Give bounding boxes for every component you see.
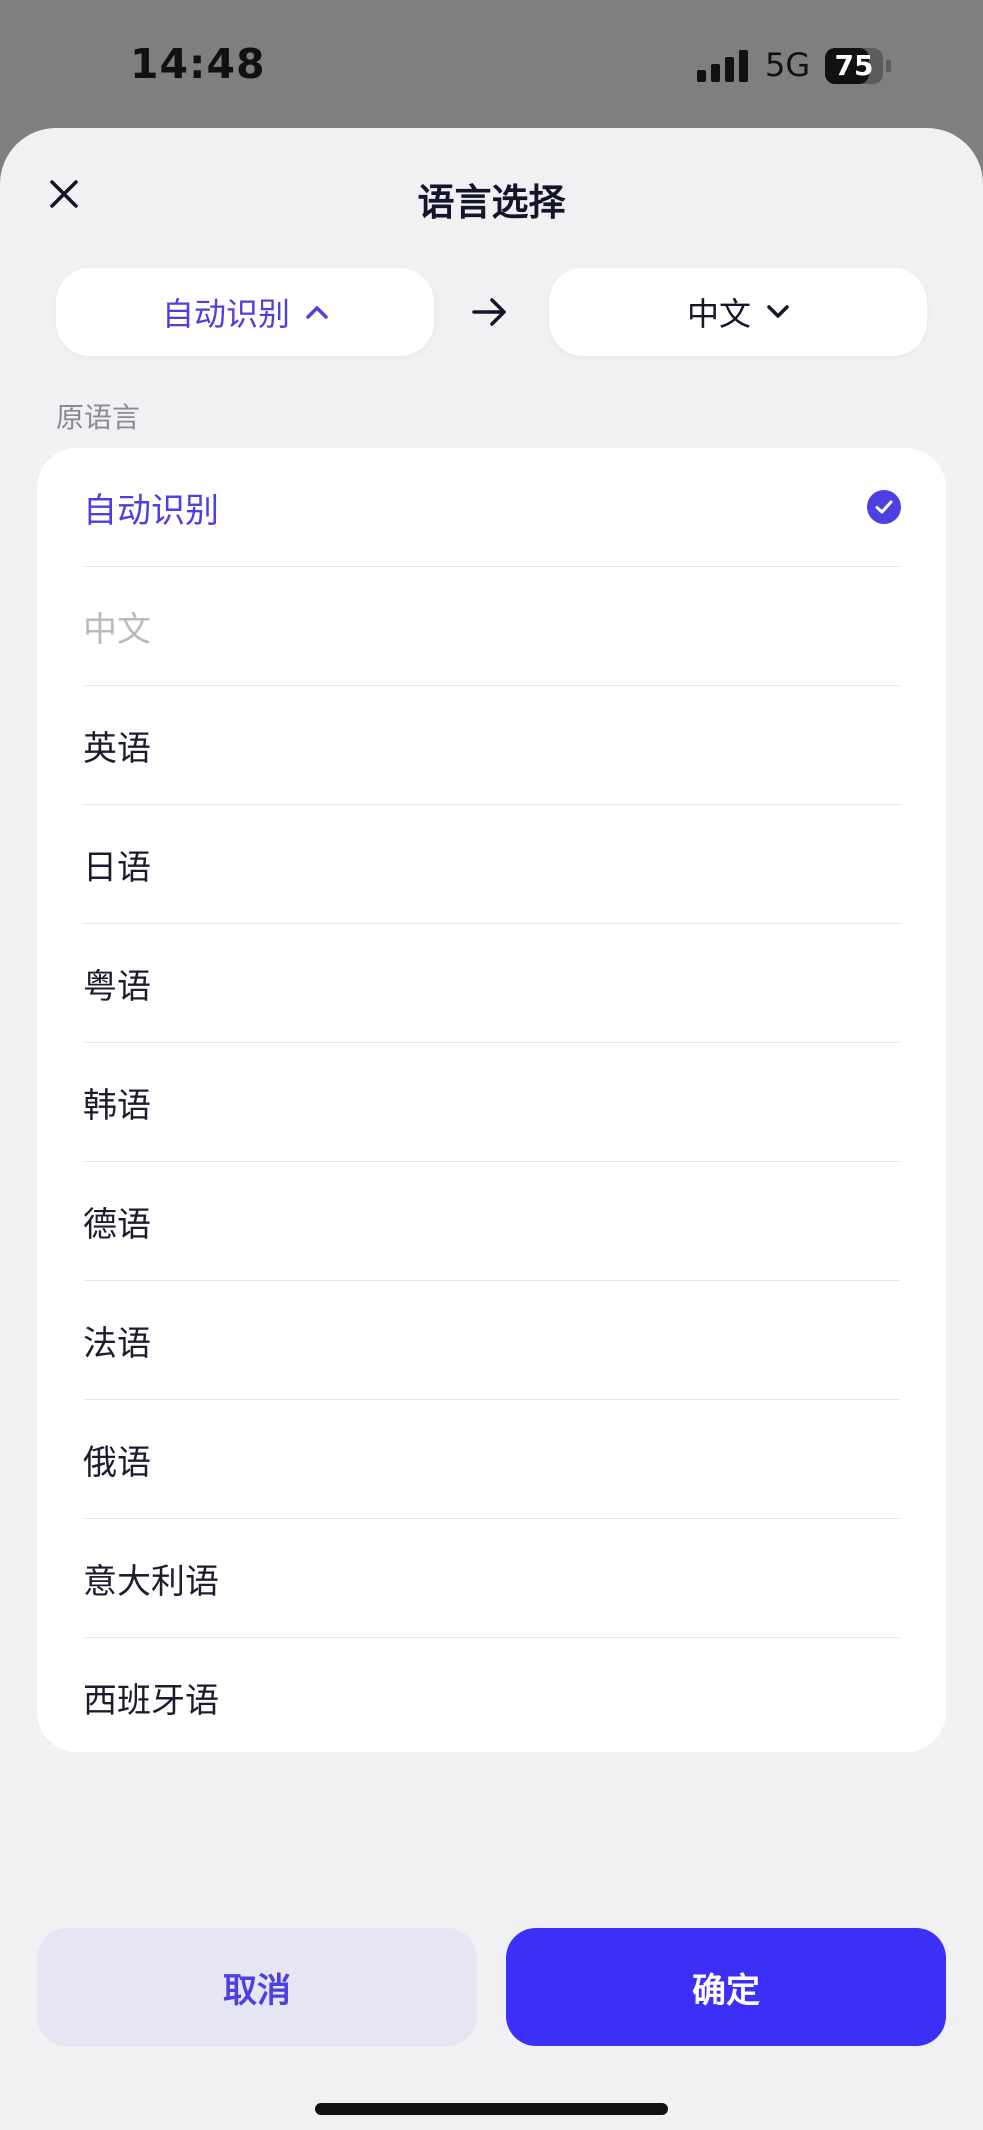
language-item-label: 英语 (83, 728, 151, 769)
home-indicator (315, 2103, 668, 2115)
language-item-french[interactable]: 法语 (83, 1281, 901, 1399)
language-item-label: 日语 (83, 847, 151, 888)
language-item-label: 俄语 (83, 1442, 151, 1483)
target-language-selector[interactable]: 中文 (549, 268, 927, 356)
language-item-label: 意大利语 (83, 1561, 219, 1602)
status-time: 14:48 (130, 40, 266, 88)
language-item-russian[interactable]: 俄语 (83, 1400, 901, 1518)
language-item-label: 粤语 (83, 966, 151, 1007)
language-item-auto[interactable]: 自动识别 (83, 448, 901, 566)
arrow-right-icon (472, 298, 506, 326)
chevron-down-icon (767, 305, 789, 318)
confirm-button[interactable]: 确定 (506, 1928, 946, 2046)
check-circle-icon (867, 490, 901, 524)
language-list: 自动识别 中文 英语 日语 粤语 韩语 德语 法语 俄语 意大利语 西班牙语 (37, 448, 946, 1752)
language-item-japanese[interactable]: 日语 (83, 805, 901, 923)
battery-level: 75 (834, 49, 874, 82)
target-language-label: 中文 (686, 295, 751, 333)
language-item-label: 德语 (83, 1204, 151, 1245)
chevron-up-icon (306, 306, 328, 319)
signal-icon (697, 50, 748, 82)
language-item-label: 自动识别 (83, 490, 219, 531)
cancel-button[interactable]: 取消 (37, 1928, 477, 2046)
source-language-label: 自动识别 (161, 295, 290, 333)
status-bar: 14:48 5G 75 (0, 0, 983, 128)
language-item-spanish[interactable]: 西班牙语 (83, 1638, 901, 1756)
source-language-selector[interactable]: 自动识别 (56, 268, 434, 356)
language-item-cantonese[interactable]: 粤语 (83, 924, 901, 1042)
network-label: 5G (765, 46, 811, 84)
language-item-english[interactable]: 英语 (83, 686, 901, 804)
sheet-title: 语言选择 (417, 181, 566, 224)
section-label-source-language: 原语言 (56, 401, 141, 434)
language-item-label: 韩语 (83, 1085, 151, 1126)
language-sheet: 语言选择 自动识别 中文 原语言 自动识别 中文 英语 日语 粤语 韩语 德语 … (0, 128, 983, 2130)
language-item-korean[interactable]: 韩语 (83, 1043, 901, 1161)
language-item-label: 西班牙语 (83, 1680, 219, 1721)
language-item-label: 法语 (83, 1323, 151, 1364)
language-item-german[interactable]: 德语 (83, 1162, 901, 1280)
language-item-chinese: 中文 (83, 567, 901, 685)
language-item-label: 中文 (83, 609, 151, 650)
language-item-italian[interactable]: 意大利语 (83, 1519, 901, 1637)
